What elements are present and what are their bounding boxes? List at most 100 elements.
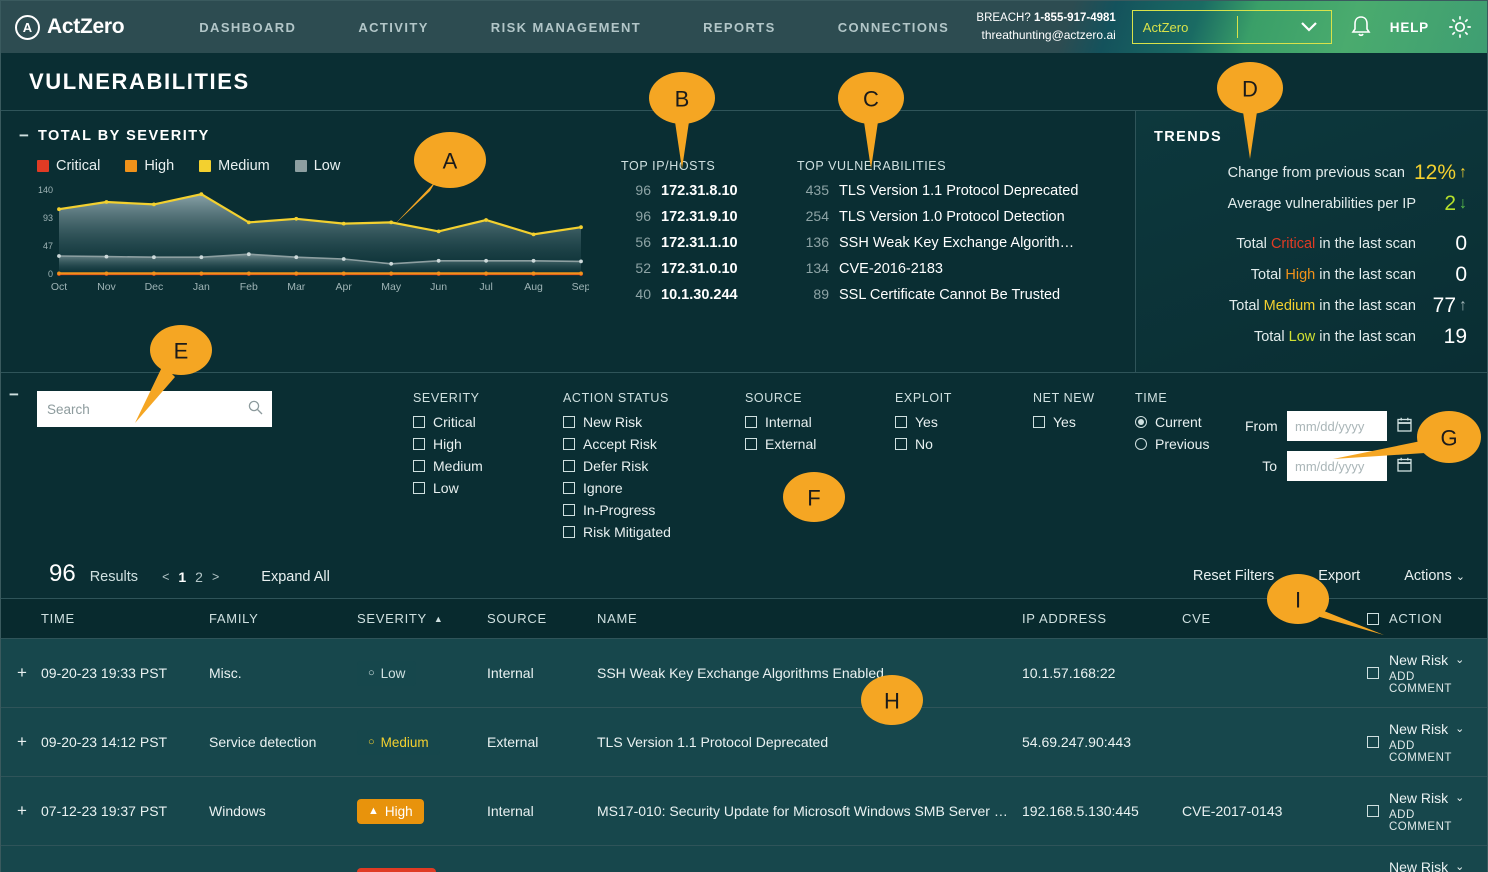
column-header-source[interactable]: SOURCE [487, 611, 597, 626]
table-row[interactable]: + 09-20-23 14:12 PST Service detection ○… [1, 708, 1487, 777]
filter-option-time-previous[interactable]: Previous [1135, 436, 1235, 452]
add-comment-button[interactable]: ADD COMMENT [1389, 671, 1469, 695]
to-date-input[interactable] [1295, 458, 1387, 474]
column-header-ip-address[interactable]: IP ADDRESS [1022, 611, 1182, 626]
filter-option-exploit-yes[interactable]: Yes [895, 414, 1023, 430]
table-row[interactable]: + 07-12-23 19:37 PST Misc. ⚠ Critical In… [1, 846, 1487, 872]
top-ip-row[interactable]: 56 172.31.1.10 [621, 234, 785, 251]
checkbox[interactable] [563, 526, 575, 538]
breach-phone[interactable]: 1-855-917-4981 [1034, 12, 1116, 24]
expand-all-button[interactable]: Expand All [261, 569, 330, 585]
calendar-icon[interactable] [1397, 417, 1412, 436]
select-all-checkbox[interactable] [1367, 612, 1379, 625]
top-ip-row[interactable]: 96 172.31.8.10 [621, 182, 785, 199]
filter-option-source-internal[interactable]: Internal [745, 414, 885, 430]
filter-option-action-accept-risk[interactable]: Accept Risk [563, 436, 735, 452]
nav-item-activity[interactable]: ACTIVITY [327, 20, 459, 35]
filter-option-action-risk-mitigated[interactable]: Risk Mitigated [563, 524, 735, 540]
actions-dropdown[interactable]: Actions ⌄ [1404, 568, 1465, 584]
filter-option-action-ignore[interactable]: Ignore [563, 480, 735, 496]
legend-item-low[interactable]: Low [294, 158, 340, 174]
top-vulnerability-row[interactable]: 254 TLS Version 1.0 Protocol Detection [797, 208, 1085, 225]
export-button[interactable]: Export [1318, 568, 1360, 584]
nav-item-reports[interactable]: REPORTS [672, 20, 807, 35]
bell-icon[interactable] [1350, 15, 1372, 39]
add-comment-button[interactable]: ADD COMMENT [1389, 740, 1469, 764]
top-vulnerability-row[interactable]: 136 SSH Weak Key Exchange Algorithms … [797, 234, 1085, 251]
filter-option-severity-medium[interactable]: Medium [413, 458, 553, 474]
row-select-checkbox[interactable] [1367, 667, 1379, 679]
legend-item-high[interactable]: High [125, 158, 174, 174]
checkbox[interactable] [413, 482, 425, 494]
top-vulnerability-row[interactable]: 435 TLS Version 1.1 Protocol Deprecated [797, 182, 1085, 199]
row-select-checkbox[interactable] [1367, 805, 1379, 817]
nav-item-dashboard[interactable]: DASHBOARD [168, 20, 327, 35]
checkbox[interactable] [563, 482, 575, 494]
search-box[interactable] [37, 391, 272, 427]
filter-option-severity-low[interactable]: Low [413, 480, 553, 496]
radio-previous[interactable] [1135, 438, 1147, 450]
top-vulnerability-row[interactable]: 89 SSL Certificate Cannot Be Trusted [797, 286, 1085, 303]
expand-row-button[interactable]: + [17, 732, 27, 751]
pagination-prev[interactable]: < [162, 570, 169, 584]
filter-option-action-defer-risk[interactable]: Defer Risk [563, 458, 735, 474]
checkbox[interactable] [745, 416, 757, 428]
action-status-dropdown[interactable]: New Risk ⌄ [1389, 790, 1469, 806]
column-header-name[interactable]: NAME [597, 611, 1022, 626]
to-date-field[interactable] [1287, 451, 1387, 481]
filter-option-net-new-yes[interactable]: Yes [1033, 414, 1125, 430]
top-ip-row[interactable]: 96 172.31.9.10 [621, 208, 785, 225]
column-header-cve[interactable]: CVE [1182, 611, 1367, 626]
pagination-next[interactable]: > [212, 570, 219, 584]
column-header-time[interactable]: TIME [41, 611, 209, 626]
checkbox[interactable] [745, 438, 757, 450]
top-ip-row[interactable]: 52 172.31.0.10 [621, 260, 785, 277]
checkbox[interactable] [413, 438, 425, 450]
checkbox[interactable] [563, 416, 575, 428]
filter-option-source-external[interactable]: External [745, 436, 885, 452]
legend-item-medium[interactable]: Medium [199, 158, 270, 174]
action-status-dropdown[interactable]: New Risk ⌄ [1389, 721, 1469, 737]
checkbox[interactable] [563, 460, 575, 472]
checkbox[interactable] [563, 504, 575, 516]
top-vulnerability-row[interactable]: 134 CVE-2016-2183 [797, 260, 1085, 277]
checkbox[interactable] [895, 438, 907, 450]
row-select-checkbox[interactable] [1367, 736, 1379, 748]
checkbox[interactable] [413, 416, 425, 428]
filter-option-severity-critical[interactable]: Critical [413, 414, 553, 430]
checkbox[interactable] [895, 416, 907, 428]
help-link[interactable]: HELP [1390, 20, 1429, 35]
expand-row-button[interactable]: + [17, 663, 27, 682]
checkbox[interactable] [1033, 416, 1045, 428]
chevron-down-icon[interactable] [1287, 22, 1331, 32]
table-row[interactable]: + 07-12-23 19:37 PST Windows ▲ High Inte… [1, 777, 1487, 846]
brand-logo-group[interactable]: A ActZero [15, 14, 125, 40]
table-row[interactable]: + 09-20-23 19:33 PST Misc. ○ Low Interna… [1, 639, 1487, 708]
filter-option-action-in-progress[interactable]: In-Progress [563, 502, 735, 518]
nav-item-connections[interactable]: CONNECTIONS [807, 20, 980, 35]
nav-item-risk-management[interactable]: RISK MANAGEMENT [460, 20, 672, 35]
tenant-selector[interactable]: ActZero [1131, 10, 1332, 44]
expand-row-button[interactable]: + [17, 801, 27, 820]
action-status-dropdown[interactable]: New Risk ⌄ [1389, 859, 1469, 872]
add-comment-button[interactable]: ADD COMMENT [1389, 809, 1469, 833]
legend-item-critical[interactable]: Critical [37, 158, 100, 174]
from-date-input[interactable] [1295, 418, 1387, 434]
pagination-page-2[interactable]: 2 [195, 569, 203, 585]
filter-option-exploit-no[interactable]: No [895, 436, 1023, 452]
checkbox[interactable] [413, 460, 425, 472]
calendar-icon[interactable] [1397, 457, 1412, 476]
from-date-field[interactable] [1287, 411, 1387, 441]
action-status-dropdown[interactable]: New Risk ⌄ [1389, 652, 1469, 668]
radio-current[interactable] [1135, 416, 1147, 428]
reset-filters-button[interactable]: Reset Filters [1193, 568, 1274, 584]
column-header-severity[interactable]: SEVERITY ▲ [357, 611, 487, 626]
gear-icon[interactable] [1447, 14, 1473, 40]
filter-option-action-new-risk[interactable]: New Risk [563, 414, 735, 430]
checkbox[interactable] [563, 438, 575, 450]
search-icon[interactable] [248, 400, 263, 418]
column-header-family[interactable]: FAMILY [209, 611, 357, 626]
search-input[interactable] [37, 391, 272, 427]
support-email[interactable]: threathunting@actzero.ai [976, 27, 1116, 44]
filter-option-time-current[interactable]: Current [1135, 414, 1235, 430]
